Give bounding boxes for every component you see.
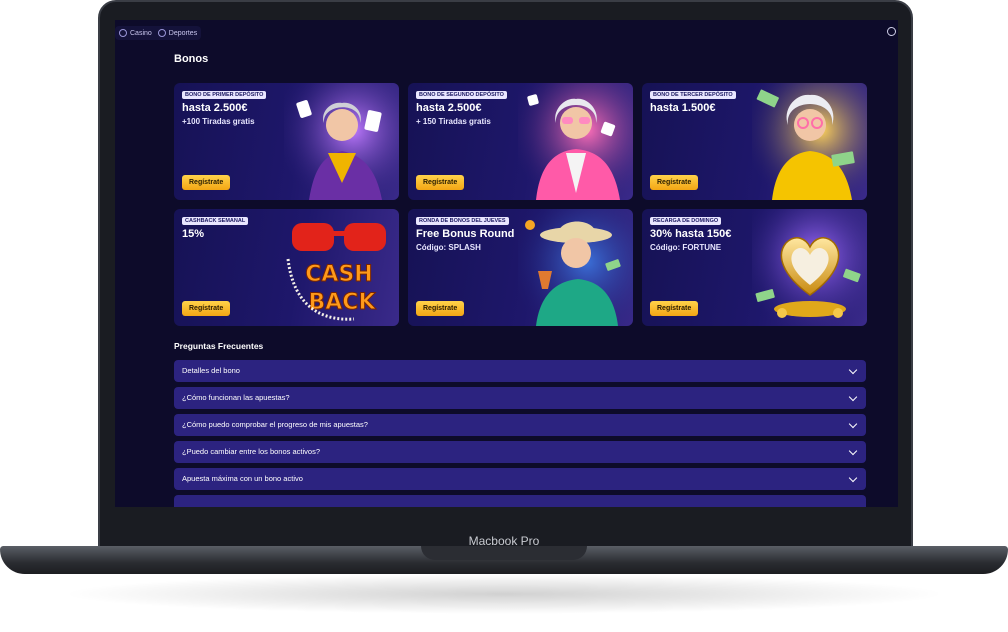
bonus-badge: BONO DE TERCER DEPÓSITO [650, 91, 736, 99]
faq-item-partial[interactable] [174, 495, 866, 507]
register-button[interactable]: Regístrate [650, 175, 699, 190]
chevron-down-icon [848, 473, 858, 483]
faq-list: Detalles del bono ¿Cómo funcionan las ap… [174, 360, 866, 507]
grandma-drink-illustration [518, 209, 633, 326]
faq-item[interactable]: Detalles del bono [174, 360, 866, 382]
casino-icon [119, 29, 127, 37]
laptop-notch [421, 546, 587, 560]
bonus-amount: hasta 2.500€ [416, 102, 482, 114]
bonus-card-thursday: RONDA DE BONOS DEL JUEVES Free Bonus Rou… [408, 209, 633, 326]
faq-item[interactable]: ¿Cómo puedo comprobar el progreso de mis… [174, 414, 866, 436]
bonus-subtitle: +100 Tiradas gratis [182, 117, 255, 126]
register-button[interactable]: Regístrate [182, 175, 231, 190]
register-button[interactable]: Regístrate [416, 175, 465, 190]
sports-icon [157, 29, 166, 37]
nav-deportes-label: Deportes [168, 29, 198, 37]
bonus-badge: RECARGA DE DOMINGO [650, 217, 722, 225]
svg-text:CASH: CASH [305, 262, 372, 287]
bonus-subtitle: + 150 Tiradas gratis [416, 117, 491, 126]
faq-title: Preguntas Frecuentes [174, 341, 264, 351]
bonus-card-first-deposit: BONO DE PRIMER DEPÓSITO hasta 2.500€ +10… [174, 83, 399, 200]
bonus-amount: Free Bonus Round [416, 228, 515, 240]
faq-question: ¿Cómo puedo comprobar el progreso de mis… [182, 420, 368, 429]
grandma-cards-illustration [284, 83, 399, 200]
bonus-card-second-deposit: BONO DE SEGUNDO DEPÓSITO hasta 2.500€ + … [408, 83, 633, 200]
category-nav: Casino Deportes [115, 26, 202, 40]
bonus-badge: BONO DE PRIMER DEPÓSITO [182, 91, 267, 99]
bonus-card-cashback: CASH BACK CASHBACK SEMANAL 15% Regístrat… [174, 209, 399, 326]
svg-text:BACK: BACK [309, 290, 377, 315]
bonus-amount: hasta 2.500€ [182, 102, 248, 114]
nav-deportes[interactable]: Deportes [157, 29, 198, 37]
device-label: Macbook Pro [468, 534, 540, 548]
faq-question: ¿Puedo cambiar entre los bonos activos? [182, 447, 320, 456]
faq-item[interactable]: ¿Cómo funcionan las apuestas? [174, 387, 866, 409]
bonus-grid: BONO DE PRIMER DEPÓSITO hasta 2.500€ +10… [174, 83, 867, 326]
chevron-down-icon [848, 365, 858, 375]
bonus-amount: 15% [182, 228, 205, 240]
register-button[interactable]: Regístrate [416, 301, 465, 316]
grandma-money-illustration [752, 83, 867, 200]
faq-item[interactable]: Apuesta máxima con un bono activo [174, 468, 866, 490]
laptop-shadow [60, 574, 948, 614]
faq-item[interactable]: ¿Puedo cambiar entre los bonos activos? [174, 441, 866, 463]
faq-question: Detalles del bono [182, 366, 240, 375]
chevron-down-icon [848, 446, 858, 456]
bonus-badge: BONO DE SEGUNDO DEPÓSITO [416, 91, 507, 99]
cashback-illustration: CASH BACK [286, 223, 386, 321]
faq-question: Apuesta máxima con un bono activo [182, 474, 303, 483]
grandma-pink-coat-illustration [518, 83, 633, 200]
laptop-screen: Casino Deportes Bonos BONO DE PRIMER DEP… [115, 20, 898, 507]
register-button[interactable]: Regístrate [650, 301, 699, 316]
bonus-badge: CASHBACK SEMANAL [182, 217, 249, 225]
bonus-subtitle: Código: FORTUNE [650, 243, 722, 252]
nav-casino-label: Casino [130, 29, 152, 37]
page-title: Bonos [174, 53, 209, 65]
search-icon[interactable] [887, 27, 896, 36]
chevron-down-icon [848, 419, 858, 429]
bonus-amount: 30% hasta 150€ [650, 228, 732, 240]
faq-question: ¿Cómo funcionan las apuestas? [182, 393, 290, 402]
laptop-mockup: Casino Deportes Bonos BONO DE PRIMER DEP… [0, 0, 1008, 632]
bonus-card-third-deposit: BONO DE TERCER DEPÓSITO hasta 1.500€ Reg… [642, 83, 867, 200]
top-bar: Casino Deportes [115, 20, 898, 46]
bonus-subtitle: Código: SPLASH [416, 243, 481, 252]
bonus-amount: hasta 1.500€ [650, 102, 716, 114]
bonus-badge: RONDA DE BONOS DEL JUEVES [416, 217, 509, 225]
nav-casino[interactable]: Casino [119, 29, 152, 37]
bonus-card-sunday: RECARGA DE DOMINGO 30% hasta 150€ Código… [642, 209, 867, 326]
register-button[interactable]: Regístrate [182, 301, 231, 316]
chevron-down-icon [848, 392, 858, 402]
golden-heart-illustration [752, 209, 867, 326]
